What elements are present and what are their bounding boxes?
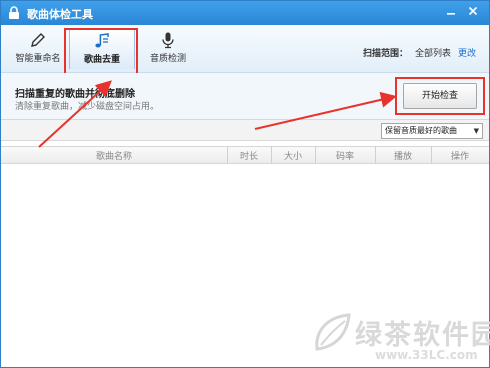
watermark-brand: 绿茶软件园: [355, 320, 490, 351]
watermark-url: www.33LC.com: [375, 348, 478, 362]
watermark: 绿茶软件园 www.33LC.com: [309, 305, 490, 367]
arrow-to-start-button: [254, 91, 397, 130]
leaf-logo-icon: [315, 313, 351, 351]
app-window: 歌曲体检工具 智能重命名 歌曲去重 音质检测 扫描范围： 全部列表 更改 扫描重…: [0, 0, 490, 368]
arrow-to-tab: [38, 80, 112, 148]
